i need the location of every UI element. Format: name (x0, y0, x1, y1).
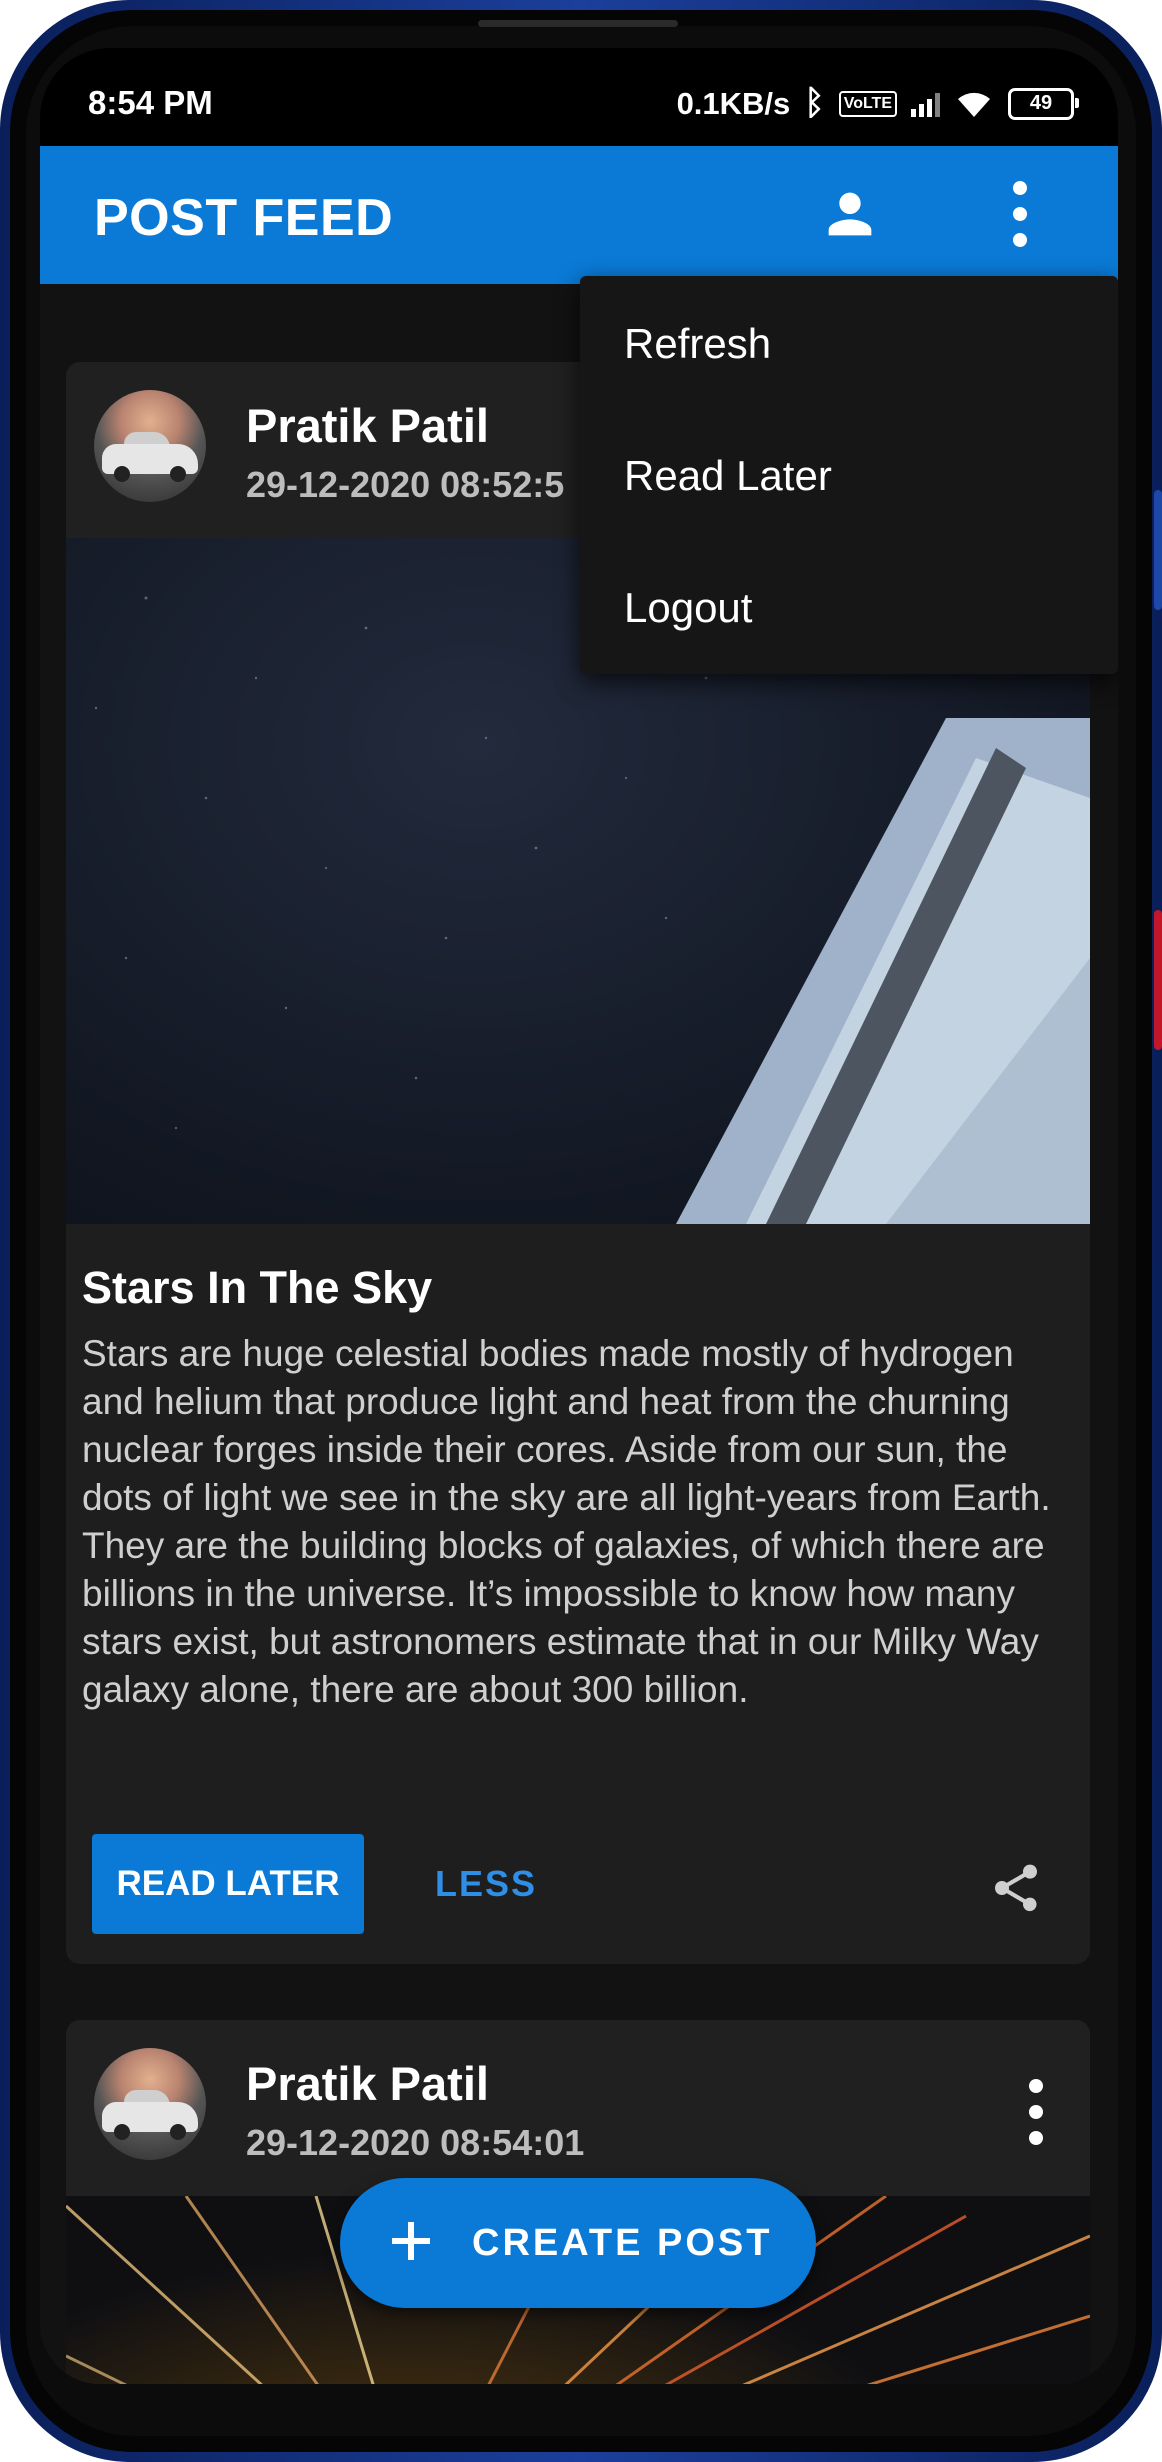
menu-item-logout[interactable]: Logout (580, 540, 1118, 672)
post-header: Pratik Patil 29-12-2020 08:54:01 (66, 2020, 1090, 2196)
signal-icon (911, 91, 940, 117)
read-later-button[interactable]: READ LATER (92, 1834, 364, 1934)
menu-item-label: Refresh (624, 320, 772, 367)
app-bar: POST FEED (40, 146, 1118, 284)
status-icons: 0.1KB/s ᛒ VoLTE 49 (676, 84, 1079, 123)
power-button (1154, 910, 1162, 1050)
volume-button (1154, 490, 1162, 610)
battery-icon: 49 (1008, 87, 1079, 120)
menu-item-label: Read Later (624, 452, 832, 499)
post-date: 29-12-2020 08:52:5 (246, 464, 565, 505)
earpiece-speaker (478, 20, 678, 27)
create-post-button[interactable]: CREATE POST (340, 2178, 816, 2308)
status-time: 8:54 PM (88, 84, 213, 121)
plus-icon (386, 2216, 436, 2271)
network-speed: 0.1KB/s (676, 85, 791, 121)
post-date: 29-12-2020 08:54:01 (246, 2122, 585, 2163)
volte-icon: VoLTE (838, 90, 897, 117)
person-icon[interactable] (818, 182, 882, 251)
more-vert-icon[interactable] (1020, 2074, 1052, 2155)
author-name: Pratik Patil (246, 2057, 489, 2110)
share-icon[interactable] (988, 1858, 1044, 1923)
avatar[interactable] (94, 2048, 206, 2160)
create-post-label: CREATE POST (472, 2222, 773, 2264)
wifi-icon (954, 89, 994, 119)
battery-level: 49 (1029, 92, 1053, 114)
status-bar: 8:54 PM 0.1KB/s ᛒ VoLTE 49 (40, 48, 1118, 146)
post-body: Stars are huge celestial bodies made mos… (82, 1333, 1051, 1710)
avatar[interactable] (94, 390, 206, 502)
author-name: Pratik Patil (246, 399, 489, 452)
overflow-menu: Refresh Read Later Logout (580, 276, 1118, 674)
bluetooth-icon: ᛒ (804, 84, 825, 122)
page-title: POST FEED (94, 189, 394, 247)
more-vert-icon[interactable] (1004, 176, 1036, 257)
menu-item-label: Logout (624, 584, 753, 631)
less-button[interactable]: LESS (406, 1834, 566, 1934)
screen: 8:54 PM 0.1KB/s ᛒ VoLTE 49 POST FEED Pra… (40, 48, 1118, 2384)
post-title: Stars In The Sky (82, 1262, 433, 1313)
menu-item-read-later[interactable]: Read Later (580, 408, 1118, 540)
menu-item-refresh[interactable]: Refresh (580, 276, 1118, 408)
